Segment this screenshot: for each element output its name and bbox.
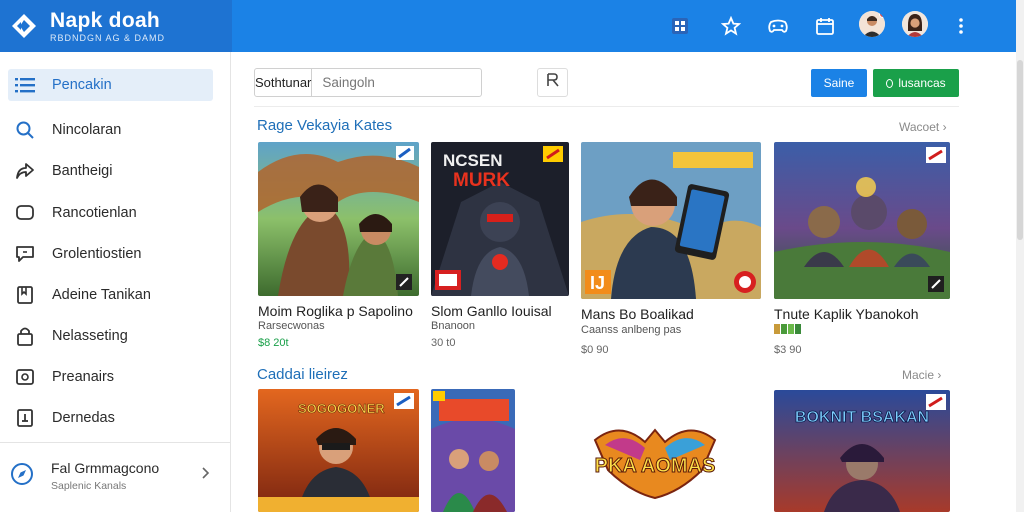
image-icon <box>14 366 36 388</box>
game-thumbnail[interactable] <box>431 389 515 512</box>
svg-text:MURK: MURK <box>453 170 510 191</box>
filter-icon <box>545 72 561 93</box>
game-price: $0 90 <box>581 344 609 356</box>
grid-icon[interactable] <box>668 14 692 38</box>
logo-icon <box>10 12 38 40</box>
compass-icon <box>10 462 34 486</box>
bookmark-icon <box>14 284 36 306</box>
game-price: $8 20t <box>258 337 289 349</box>
sidebar-item-rancotienlan[interactable]: Rancotienlan <box>8 197 213 229</box>
top-bar <box>232 0 1016 52</box>
sidebar-item-label: Nelasseting <box>52 328 128 344</box>
sidebar: Pencakin Nincolaran Bantheigi Rancotienl… <box>0 52 231 512</box>
sidebar-item-label: Nincolaran <box>52 122 122 138</box>
circle-icon <box>886 78 894 88</box>
search-icon <box>14 119 36 141</box>
game-title: Slom Ganllo Iouisal <box>431 303 552 319</box>
sidebar-divider <box>0 442 231 443</box>
share-icon <box>14 160 36 182</box>
sidebar-item-label: Pencakin <box>52 77 112 93</box>
game-title: Mans Bo Boalikad <box>581 306 694 322</box>
add-button[interactable]: lusancas <box>873 69 959 97</box>
filter-button[interactable] <box>537 68 568 97</box>
game-thumbnail[interactable]: IJ <box>581 142 761 299</box>
avatar[interactable] <box>859 11 885 37</box>
section-title: Caddai lieirez <box>257 366 348 383</box>
game-logo[interactable]: PKA AOMAS <box>590 420 720 502</box>
game-subtitle: Rarsecwonas <box>258 320 325 332</box>
avatar[interactable] <box>902 11 928 37</box>
list-icon <box>14 74 36 96</box>
sidebar-item-preanairs[interactable]: Preanairs <box>8 361 213 393</box>
add-button-label: lusancas <box>898 76 946 90</box>
sidebar-item-pencakin[interactable]: Pencakin <box>8 69 213 101</box>
section-title: Rage Vekayia Kates <box>257 117 393 134</box>
game-thumbnail[interactable] <box>774 142 950 299</box>
calendar-icon[interactable] <box>813 14 837 38</box>
game-thumbnail[interactable]: NCSEN MURK <box>431 142 569 296</box>
art-text: PKA AOMAS <box>595 455 716 477</box>
see-more-link[interactable]: Macie › <box>902 368 941 382</box>
more-vertical-icon[interactable] <box>949 14 973 38</box>
game-thumbnail[interactable] <box>258 142 419 296</box>
art-text: SOGOGONER <box>298 401 385 416</box>
sidebar-item-dernedas[interactable]: Dernedas <box>8 402 213 434</box>
game-price: $3 90 <box>774 344 802 356</box>
download-icon <box>14 407 36 429</box>
sidebar-item-label: Rancotienlan <box>52 205 137 221</box>
sidebar-item-label: Bantheigi <box>52 163 113 179</box>
game-title: Tnute Kaplik Ybanokoh <box>774 306 919 322</box>
search-input[interactable] <box>312 69 500 96</box>
search-bar: Sothtunar <box>254 68 500 97</box>
message-icon <box>14 243 36 265</box>
game-thumbnail[interactable]: BOKNIT BSAKAN <box>774 390 950 512</box>
sidebar-item-label: Grolentiostien <box>52 246 142 262</box>
segment-button[interactable]: Sothtunar <box>255 69 313 96</box>
sidebar-item-adeine-tanikan[interactable]: Adeine Tanikan <box>8 279 213 311</box>
rating-badge <box>774 322 801 334</box>
chat-icon <box>14 202 36 224</box>
see-more-link[interactable]: Wacoet › <box>899 120 947 134</box>
sidebar-item-label: Dernedas <box>52 410 115 426</box>
scrollbar-thumb[interactable] <box>1017 60 1023 240</box>
game-thumbnail[interactable]: SOGOGONER <box>258 389 419 512</box>
divider <box>254 106 959 107</box>
chevron-right-icon: › <box>937 368 942 382</box>
art-text: BOKNIT BSAKAN <box>795 409 929 426</box>
game-subtitle: Bnanoon <box>431 320 476 332</box>
lock-icon <box>14 325 36 347</box>
game-price: 30 t0 <box>431 337 456 349</box>
notification-dot <box>879 11 885 18</box>
sidebar-item-nelasseting[interactable]: Nelasseting <box>8 320 213 352</box>
star-icon[interactable] <box>719 14 743 38</box>
footer-subtitle: Saplenic Kanals <box>51 480 127 492</box>
chevron-right-icon: › <box>942 120 947 134</box>
brand-subtitle: RBDNDGN AG & DAMD <box>50 32 166 43</box>
sidebar-item-grolentiostien[interactable]: Grolentiostien <box>8 238 213 270</box>
see-more-label: Macie <box>902 368 935 382</box>
svg-text:IJ: IJ <box>590 273 605 293</box>
svg-text:NCSEN: NCSEN <box>443 151 503 170</box>
footer-title: Fal Grmmagcono <box>51 460 160 476</box>
primary-button[interactable]: Saine <box>811 69 867 97</box>
sidebar-item-label: Preanairs <box>52 369 115 385</box>
see-more-label: Wacoet <box>899 120 940 134</box>
gamepad-icon[interactable] <box>766 14 790 38</box>
sidebar-footer[interactable]: Fal Grmmagcono Saplenic Kanals <box>8 454 218 498</box>
sidebar-item-label: Adeine Tanikan <box>52 287 151 303</box>
scrollbar[interactable] <box>1016 0 1024 512</box>
brand-title: Napk doah <box>50 8 161 32</box>
chevron-right-icon <box>200 466 210 485</box>
game-subtitle: Caanss anlbeng pas <box>581 324 682 336</box>
sidebar-item-bantheigi[interactable]: Bantheigi <box>8 155 213 187</box>
brand[interactable]: Napk doah RBDNDGN AG & DAMD <box>0 0 232 52</box>
sidebar-item-nincolaran[interactable]: Nincolaran <box>8 114 213 146</box>
game-title: Moim Roglika p Sapolino <box>258 303 413 319</box>
